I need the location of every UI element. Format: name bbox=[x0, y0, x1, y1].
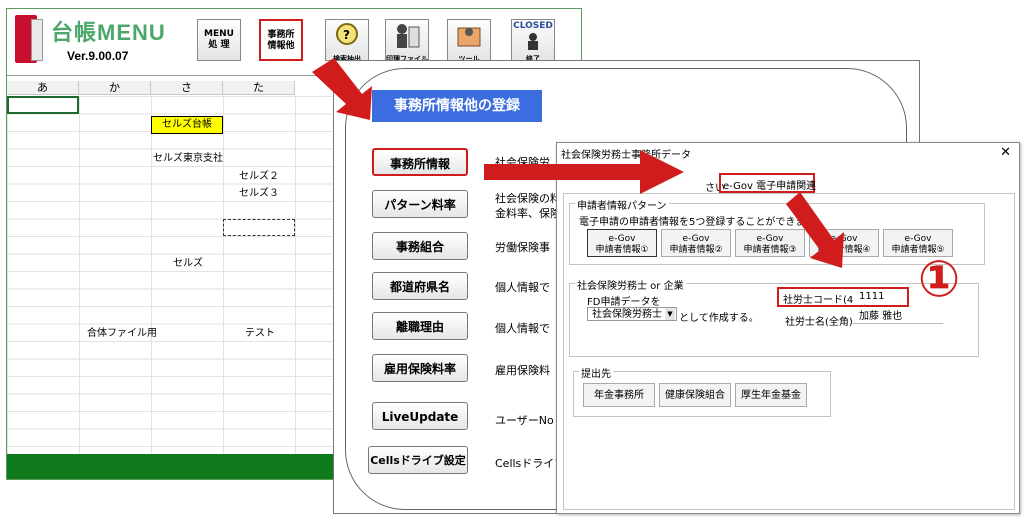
arrow-to-egov-tab bbox=[484, 150, 684, 194]
arrow-to-panel bbox=[312, 58, 372, 120]
arrow-to-code-field bbox=[786, 192, 844, 268]
annotation-arrows bbox=[312, 58, 844, 268]
